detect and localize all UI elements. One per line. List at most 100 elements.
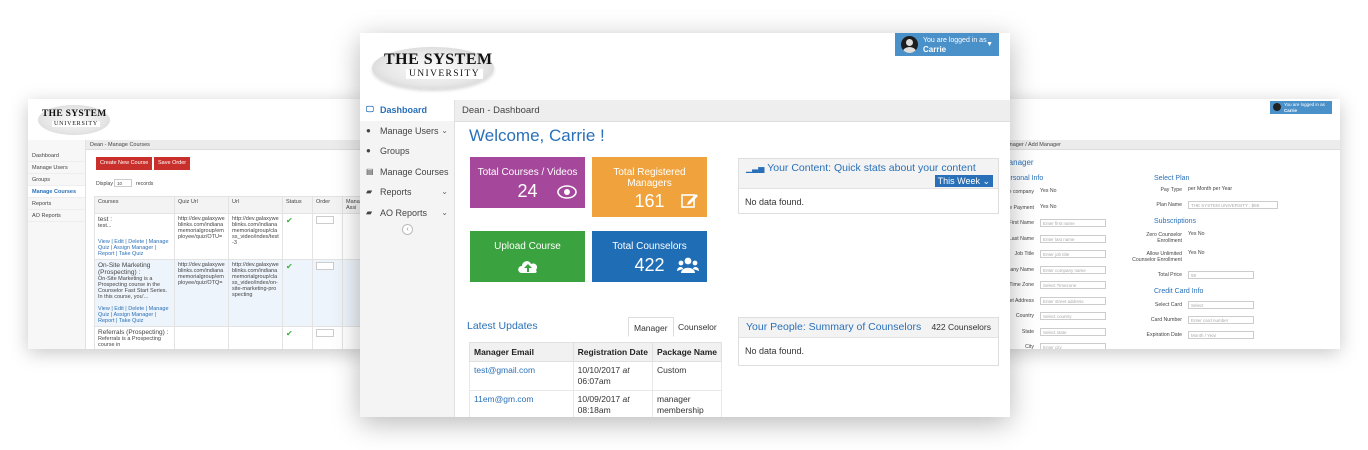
order-input[interactable] — [316, 329, 334, 337]
upload-course-tile[interactable]: Upload Course — [470, 231, 585, 282]
form-input[interactable]: Enter job title — [1040, 250, 1106, 258]
logo-line-2: UNIVERSITY — [52, 121, 100, 127]
column-header: Courses — [94, 196, 175, 214]
sidebar-nav: Dashboard Manage Users Groups Manage Cou… — [28, 140, 86, 349]
university-logo: THE SYSTEM UNIVERSITY — [372, 47, 494, 89]
form-input[interactable]: Select country — [1040, 312, 1106, 320]
form-input[interactable]: 59 — [1188, 271, 1254, 279]
sidebar-item-label: Groups — [380, 146, 410, 156]
breadcrumb: Manager / Add Manager — [1002, 142, 1062, 148]
create-course-button[interactable]: Create New Course — [96, 157, 153, 170]
table-row: test : test... View | Edit | Delete | Mana… — [94, 213, 368, 260]
total-courses-tile[interactable]: Total Courses / Videos 24 — [470, 157, 585, 208]
sidebar-item-reports[interactable]: Reports — [28, 198, 85, 210]
form-input[interactable]: Enter last name — [1040, 234, 1106, 243]
breadcrumb: Dean - Manage Courses — [90, 142, 150, 148]
sidebar-item-manage-courses[interactable]: Manage Courses — [28, 186, 85, 198]
monitor-icon: 🖵 — [366, 105, 374, 114]
status-check-icon: ✔ — [282, 213, 313, 260]
column-header: Manager Email — [469, 342, 574, 362]
manager-email-link[interactable]: test@gmail.com — [469, 361, 574, 391]
sidebar-item-manage-users[interactable]: ● Manage Users ⌄ — [360, 121, 454, 142]
form-label: Zero Counselor Enrollment — [1146, 232, 1182, 244]
radio-group[interactable]: Yes No — [1040, 188, 1057, 194]
form-input[interactable]: Select Timezone — [1040, 281, 1106, 289]
save-order-button[interactable]: Save Order — [154, 157, 191, 170]
logo-line-2: UNIVERSITY — [406, 69, 483, 79]
total-counselors-tile[interactable]: Total Counselors 422 — [592, 231, 707, 282]
column-header: Registration Date — [572, 342, 653, 362]
sidebar-item-groups[interactable]: ● Groups — [360, 141, 454, 162]
sidebar-item-manage-courses[interactable]: ▤ Manage Courses — [360, 162, 454, 183]
folder-icon: ▰ — [366, 187, 373, 196]
content-stats-panel: ▁▃▅ Your Content: Quick stats about your… — [738, 158, 999, 214]
panel-title: ▁▃▅ Your Content: Quick stats about your… — [746, 162, 976, 174]
radio-group[interactable]: per Month per Year — [1188, 186, 1232, 192]
breadcrumb: Dean - Dashboard — [455, 100, 1010, 122]
collapse-sidebar-icon[interactable]: ‹ — [402, 224, 413, 235]
radio-group[interactable]: Yes No — [1040, 204, 1057, 210]
status-check-icon: ✔ — [282, 326, 313, 349]
date-value: 10/09/2017 — [577, 394, 621, 404]
form-input[interactable]: Select state — [1040, 327, 1106, 336]
sidebar-item-ao-reports[interactable]: ▰ AO Reports ⌄ — [360, 203, 454, 224]
form-label: Time Zone — [1009, 282, 1034, 288]
sidebar-item-label: AO Reports — [380, 207, 428, 218]
package-name: Custom — [651, 361, 723, 391]
order-input[interactable] — [316, 262, 334, 270]
course-actions[interactable]: View | Edit | Delete | Manage Quiz | Ass… — [98, 239, 171, 257]
form-input[interactable]: Enter company name — [1040, 265, 1106, 274]
form-input[interactable]: Enter city — [1040, 343, 1106, 349]
column-header: Quiz Url — [174, 196, 229, 214]
sidebar-item-label: Reports — [380, 187, 412, 197]
section-card: Credit Card Info — [1154, 288, 1204, 295]
form-label: Total Price — [1157, 272, 1182, 278]
display-label: Display — [96, 181, 114, 187]
radio-group[interactable]: Yes No — [1188, 231, 1205, 237]
order-input[interactable] — [316, 216, 334, 224]
column-header: Status — [282, 196, 313, 214]
sidebar-item-dashboard[interactable]: Dashboard — [28, 150, 85, 162]
course-title: Referrals (Prospecting) : — [98, 329, 169, 336]
sidebar-item-label: Dashboard — [380, 105, 428, 115]
form-label: Pay Type — [1160, 187, 1182, 193]
form-input[interactable]: Enter street address — [1040, 296, 1106, 305]
section-subscriptions: Subscriptions — [1154, 218, 1197, 225]
form-input[interactable]: Enter first name — [1040, 219, 1106, 227]
column-header: Url — [228, 196, 283, 214]
radio-group[interactable]: Yes No — [1188, 250, 1205, 256]
form-label: Select Card — [1154, 302, 1182, 308]
total-managers-tile[interactable]: Total Registered Managers 161 — [592, 157, 707, 217]
sidebar-item-manage-users[interactable]: Manage Users — [28, 162, 85, 174]
chevron-down-icon: ⌄ — [441, 207, 448, 217]
caret-down-icon: ▼ — [986, 41, 993, 48]
form-label: Card Number — [1150, 317, 1182, 323]
login-badge[interactable]: You are logged in as Carrie — [1270, 101, 1332, 114]
package-name: manager membership — [651, 390, 723, 417]
tab-counselor[interactable]: Counselor — [673, 317, 722, 337]
manager-email-link[interactable]: 11em@gm.com — [469, 390, 574, 417]
logo-line-1: THE SYSTEM — [384, 51, 493, 68]
courses-table: Courses Quiz Url Url Status Order Mana A… — [94, 196, 368, 349]
form-input[interactable]: Month / Year — [1188, 331, 1254, 339]
records-select[interactable]: 10 — [114, 179, 132, 187]
section-plan: Select Plan — [1154, 175, 1190, 182]
form-input[interactable]: Select — [1188, 301, 1254, 309]
form-label: Country — [1015, 313, 1034, 319]
sidebar-item-groups[interactable]: Groups — [28, 174, 85, 186]
status-check-icon: ✔ — [282, 259, 313, 327]
week-filter-dropdown[interactable]: This Week ⌄ — [934, 175, 993, 187]
login-user: Carrie — [1284, 108, 1298, 113]
user-icon: ● — [366, 125, 371, 135]
sidebar-item-reports[interactable]: ▰ Reports ⌄ — [360, 182, 454, 203]
sidebar-item-ao-reports[interactable]: AO Reports — [28, 210, 85, 222]
user-menu[interactable]: You are logged in as Carrie ▼ — [895, 33, 999, 56]
course-actions[interactable]: View | Edit | Delete | Manage Quiz | Ass… — [98, 306, 171, 324]
form-input[interactable]: Enter card number — [1188, 316, 1254, 324]
tab-manager[interactable]: Manager — [628, 317, 674, 337]
sidebar-item-dashboard[interactable]: 🖵 Dashboard — [360, 100, 462, 121]
form-input[interactable]: THE SYSTEM UNIVERSITY : $59 — [1188, 201, 1278, 209]
table-row: Referrals (Prospecting) : Referrals is a … — [94, 326, 368, 349]
edit-icon — [681, 192, 699, 211]
manage-courses-screen: THE SYSTEM UNIVERSITY Dean - Manage Cour… — [28, 99, 368, 349]
